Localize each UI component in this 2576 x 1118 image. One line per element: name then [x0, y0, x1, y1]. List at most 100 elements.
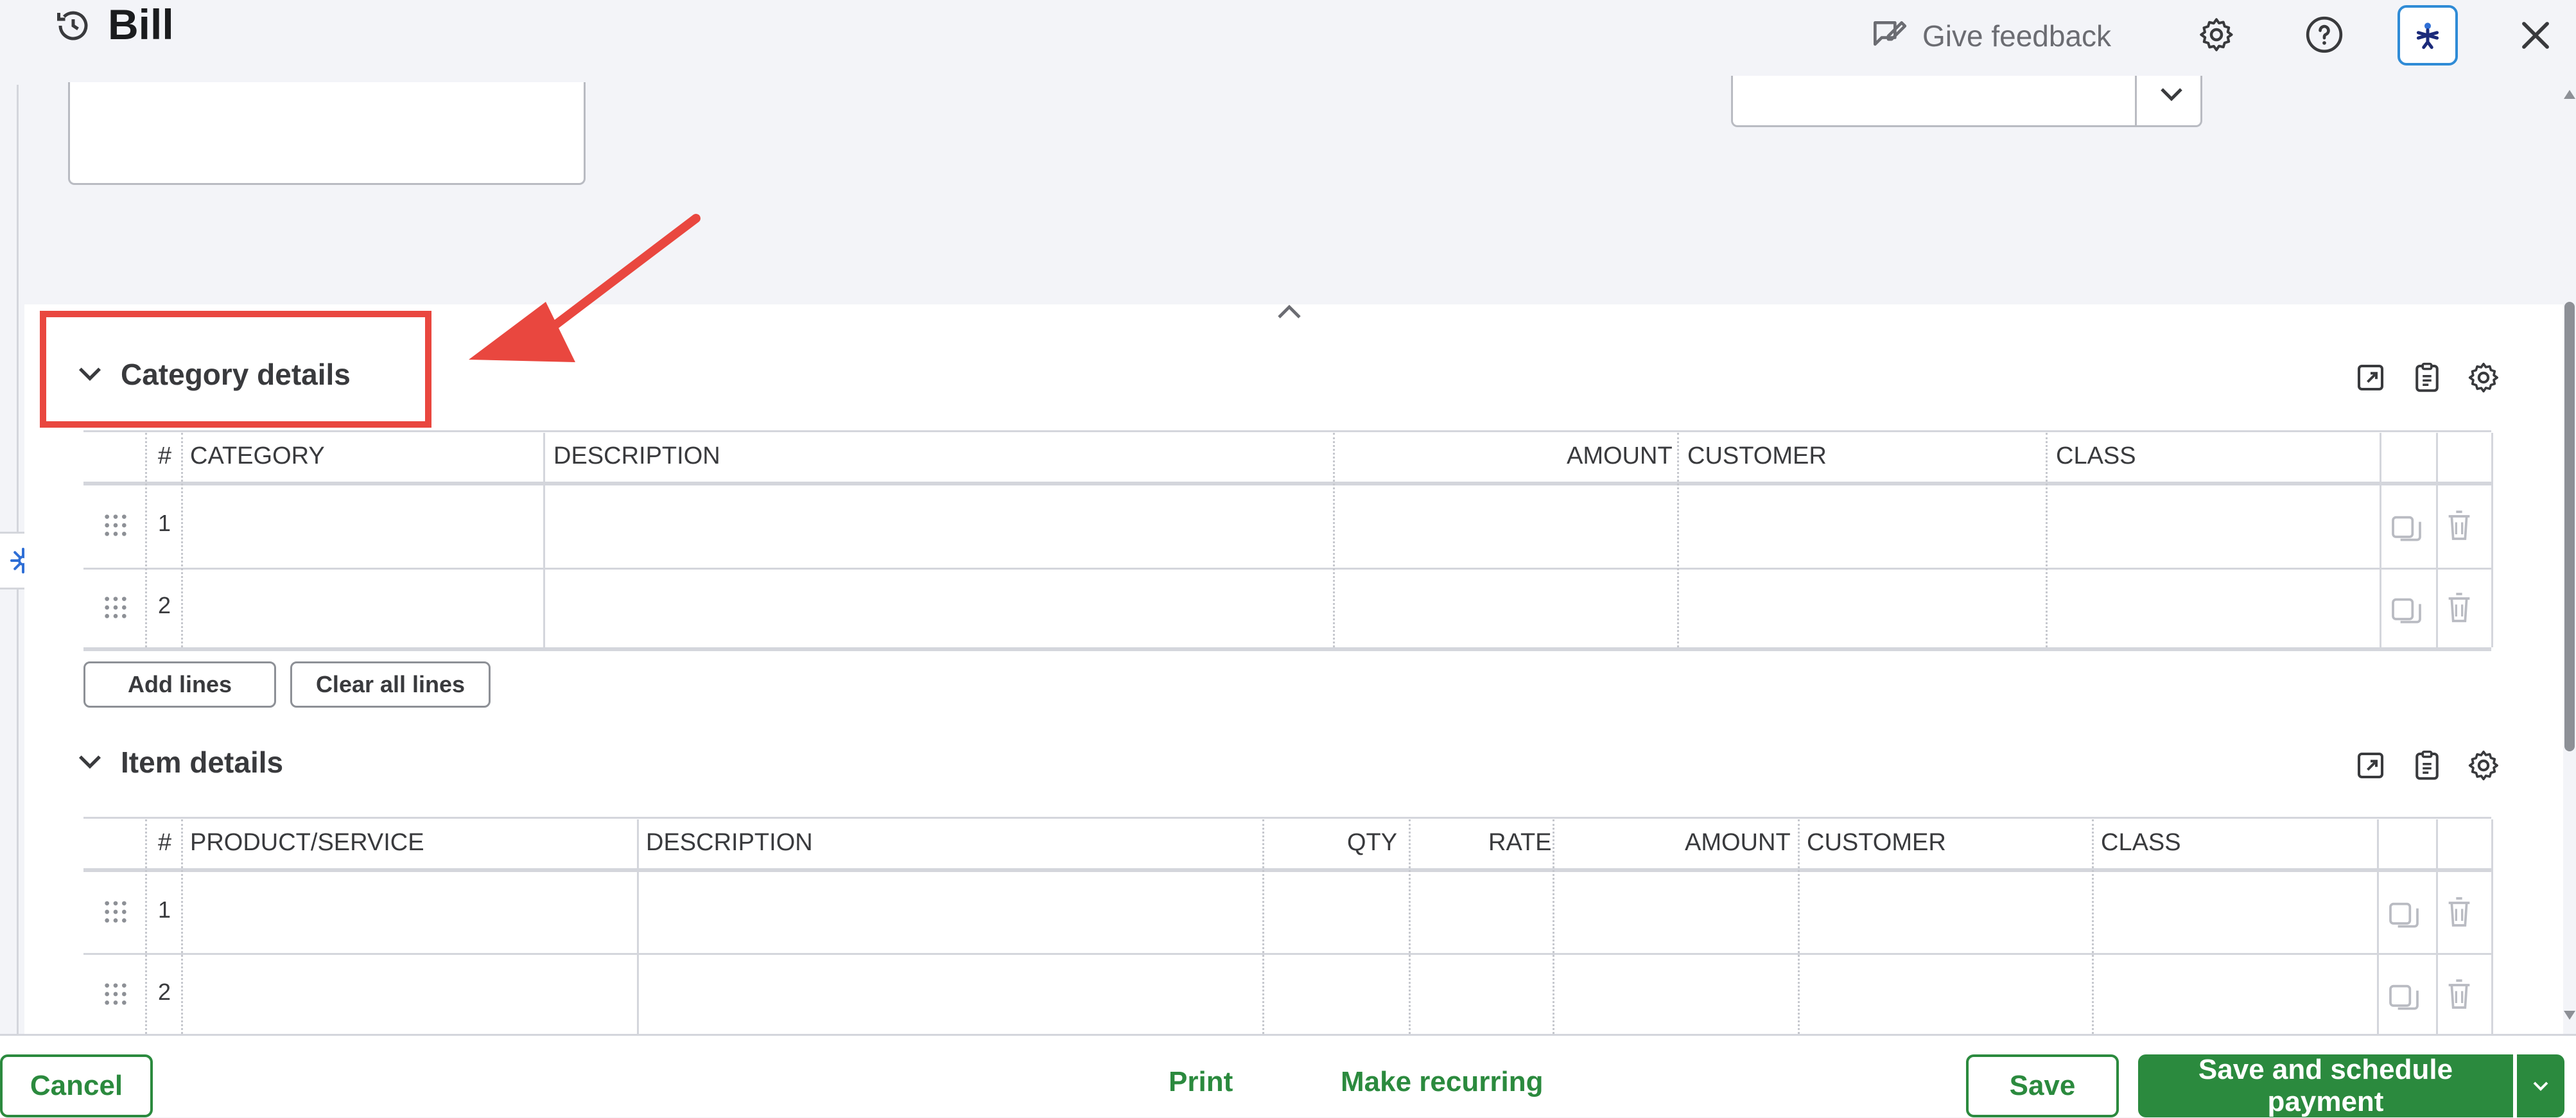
col-header-amount: AMOUNT [1567, 442, 1673, 469]
trash-icon[interactable] [2441, 894, 2477, 930]
annotation-arrow-icon [469, 214, 701, 362]
trash-icon[interactable] [2441, 590, 2477, 625]
col-header-qty: QTY [1347, 829, 1398, 856]
cancel-button[interactable]: Cancel [0, 1054, 153, 1117]
col-header-amount: AMOUNT [1685, 829, 1791, 856]
item-details-toggle[interactable]: Item details [73, 740, 283, 785]
col-header-class: CLASS [2101, 829, 2181, 856]
amount-cell[interactable] [1336, 485, 1676, 566]
class-cell[interactable] [2048, 570, 2378, 646]
col-divider [181, 433, 183, 647]
amount-cell[interactable] [1555, 872, 1797, 952]
duplicate-icon[interactable] [2389, 592, 2424, 628]
category-cell[interactable] [184, 485, 542, 566]
description-cell[interactable] [546, 485, 1332, 566]
save-options-dropdown[interactable] [2517, 1054, 2564, 1117]
drag-handle-icon[interactable] [103, 981, 128, 1007]
save-button[interactable]: Save [1966, 1054, 2119, 1117]
col-divider [2491, 819, 2493, 1034]
class-cell[interactable] [2094, 872, 2376, 952]
table-top-line [83, 817, 2491, 819]
help-icon[interactable] [2304, 14, 2345, 55]
history-icon[interactable] [54, 6, 92, 45]
description-cell[interactable] [640, 872, 1261, 952]
drag-handle-icon[interactable] [103, 595, 128, 620]
col-header-description: DESCRIPTION [646, 829, 813, 856]
duplicate-icon[interactable] [2386, 896, 2422, 932]
annotation-highlight-box [40, 311, 431, 428]
col-divider [1798, 819, 1800, 1034]
chevron-down-icon [2533, 1081, 2548, 1091]
add-lines-button[interactable]: Add lines [83, 661, 276, 708]
item-details-title: Item details [121, 746, 284, 779]
drag-handle-icon[interactable] [103, 899, 128, 925]
customer-cell[interactable] [1680, 485, 2044, 566]
scroll-up-arrow[interactable] [2564, 90, 2575, 99]
scroll-down-arrow[interactable] [2564, 1011, 2575, 1020]
export-icon[interactable] [2353, 360, 2389, 396]
col-header-description: DESCRIPTION [553, 442, 720, 469]
feedback-icon [1874, 21, 1907, 46]
col-divider [2046, 433, 2048, 647]
print-link[interactable]: Print [1169, 1066, 1233, 1098]
gear-icon[interactable] [2466, 747, 2502, 783]
row-number: 2 [158, 592, 171, 618]
col-divider [1677, 433, 1679, 647]
save-and-schedule-payment-button[interactable]: Save and schedule payment [2138, 1054, 2513, 1117]
gear-icon[interactable] [2466, 360, 2502, 396]
col-header-customer: CUSTOMER [1687, 442, 1827, 469]
clipboard-icon[interactable] [2409, 360, 2445, 396]
chevron-down-icon [78, 755, 101, 769]
col-divider [2380, 433, 2381, 647]
col-header-customer: CUSTOMER [1807, 829, 1946, 856]
col-divider [1333, 433, 1335, 647]
customer-cell[interactable] [1680, 570, 2044, 646]
duplicate-icon[interactable] [2389, 510, 2424, 546]
description-cell[interactable] [640, 956, 1261, 1033]
col-divider [2436, 819, 2438, 1034]
trash-icon[interactable] [2441, 976, 2477, 1012]
col-divider [145, 433, 147, 647]
row-divider [83, 953, 2491, 955]
col-header-product-service: PRODUCT/SERVICE [190, 829, 424, 856]
terms-dropdown[interactable] [1731, 76, 2202, 127]
close-icon[interactable] [2516, 15, 2555, 55]
row-number: 1 [158, 896, 171, 923]
item-toolbar [2353, 747, 2502, 783]
assistant-icon [2416, 22, 2439, 49]
row-divider [83, 568, 2491, 570]
chevron-up-icon[interactable] [1269, 299, 1310, 325]
description-cell[interactable] [546, 570, 1332, 646]
col-header-category: CATEGORY [190, 442, 325, 469]
product-service-cell[interactable] [184, 872, 636, 952]
drag-handle-icon[interactable] [103, 512, 128, 538]
customer-cell[interactable] [1800, 872, 2091, 952]
col-divider [181, 819, 183, 1034]
gear-icon[interactable] [2196, 14, 2237, 55]
clipboard-icon[interactable] [2409, 747, 2445, 783]
trash-icon[interactable] [2441, 507, 2477, 543]
product-service-cell[interactable] [184, 956, 636, 1033]
col-divider [1553, 819, 1554, 1034]
class-cell[interactable] [2048, 485, 2378, 566]
row-number: 1 [158, 510, 171, 536]
amount-cell[interactable] [1336, 570, 1676, 646]
give-feedback-button[interactable]: Give feedback [1868, 13, 2111, 59]
scrollbar-thumb[interactable] [2564, 302, 2575, 751]
chevron-down-icon [2161, 88, 2182, 101]
memo-textarea[interactable] [68, 82, 586, 185]
assistant-button[interactable] [2398, 5, 2458, 66]
col-divider [1262, 819, 1264, 1034]
page-title: Bill [108, 1, 174, 48]
category-cell[interactable] [184, 570, 542, 646]
rate-cell[interactable] [1411, 872, 1551, 952]
duplicate-icon[interactable] [2386, 979, 2422, 1015]
col-header-num: # [158, 442, 172, 469]
col-header-num: # [158, 829, 172, 856]
clear-all-lines-button[interactable]: Clear all lines [290, 661, 491, 708]
table-top-line [83, 430, 2491, 432]
col-divider [2436, 433, 2438, 647]
export-icon[interactable] [2353, 747, 2389, 783]
make-recurring-link[interactable]: Make recurring [1341, 1066, 1543, 1098]
qty-cell[interactable] [1265, 872, 1407, 952]
